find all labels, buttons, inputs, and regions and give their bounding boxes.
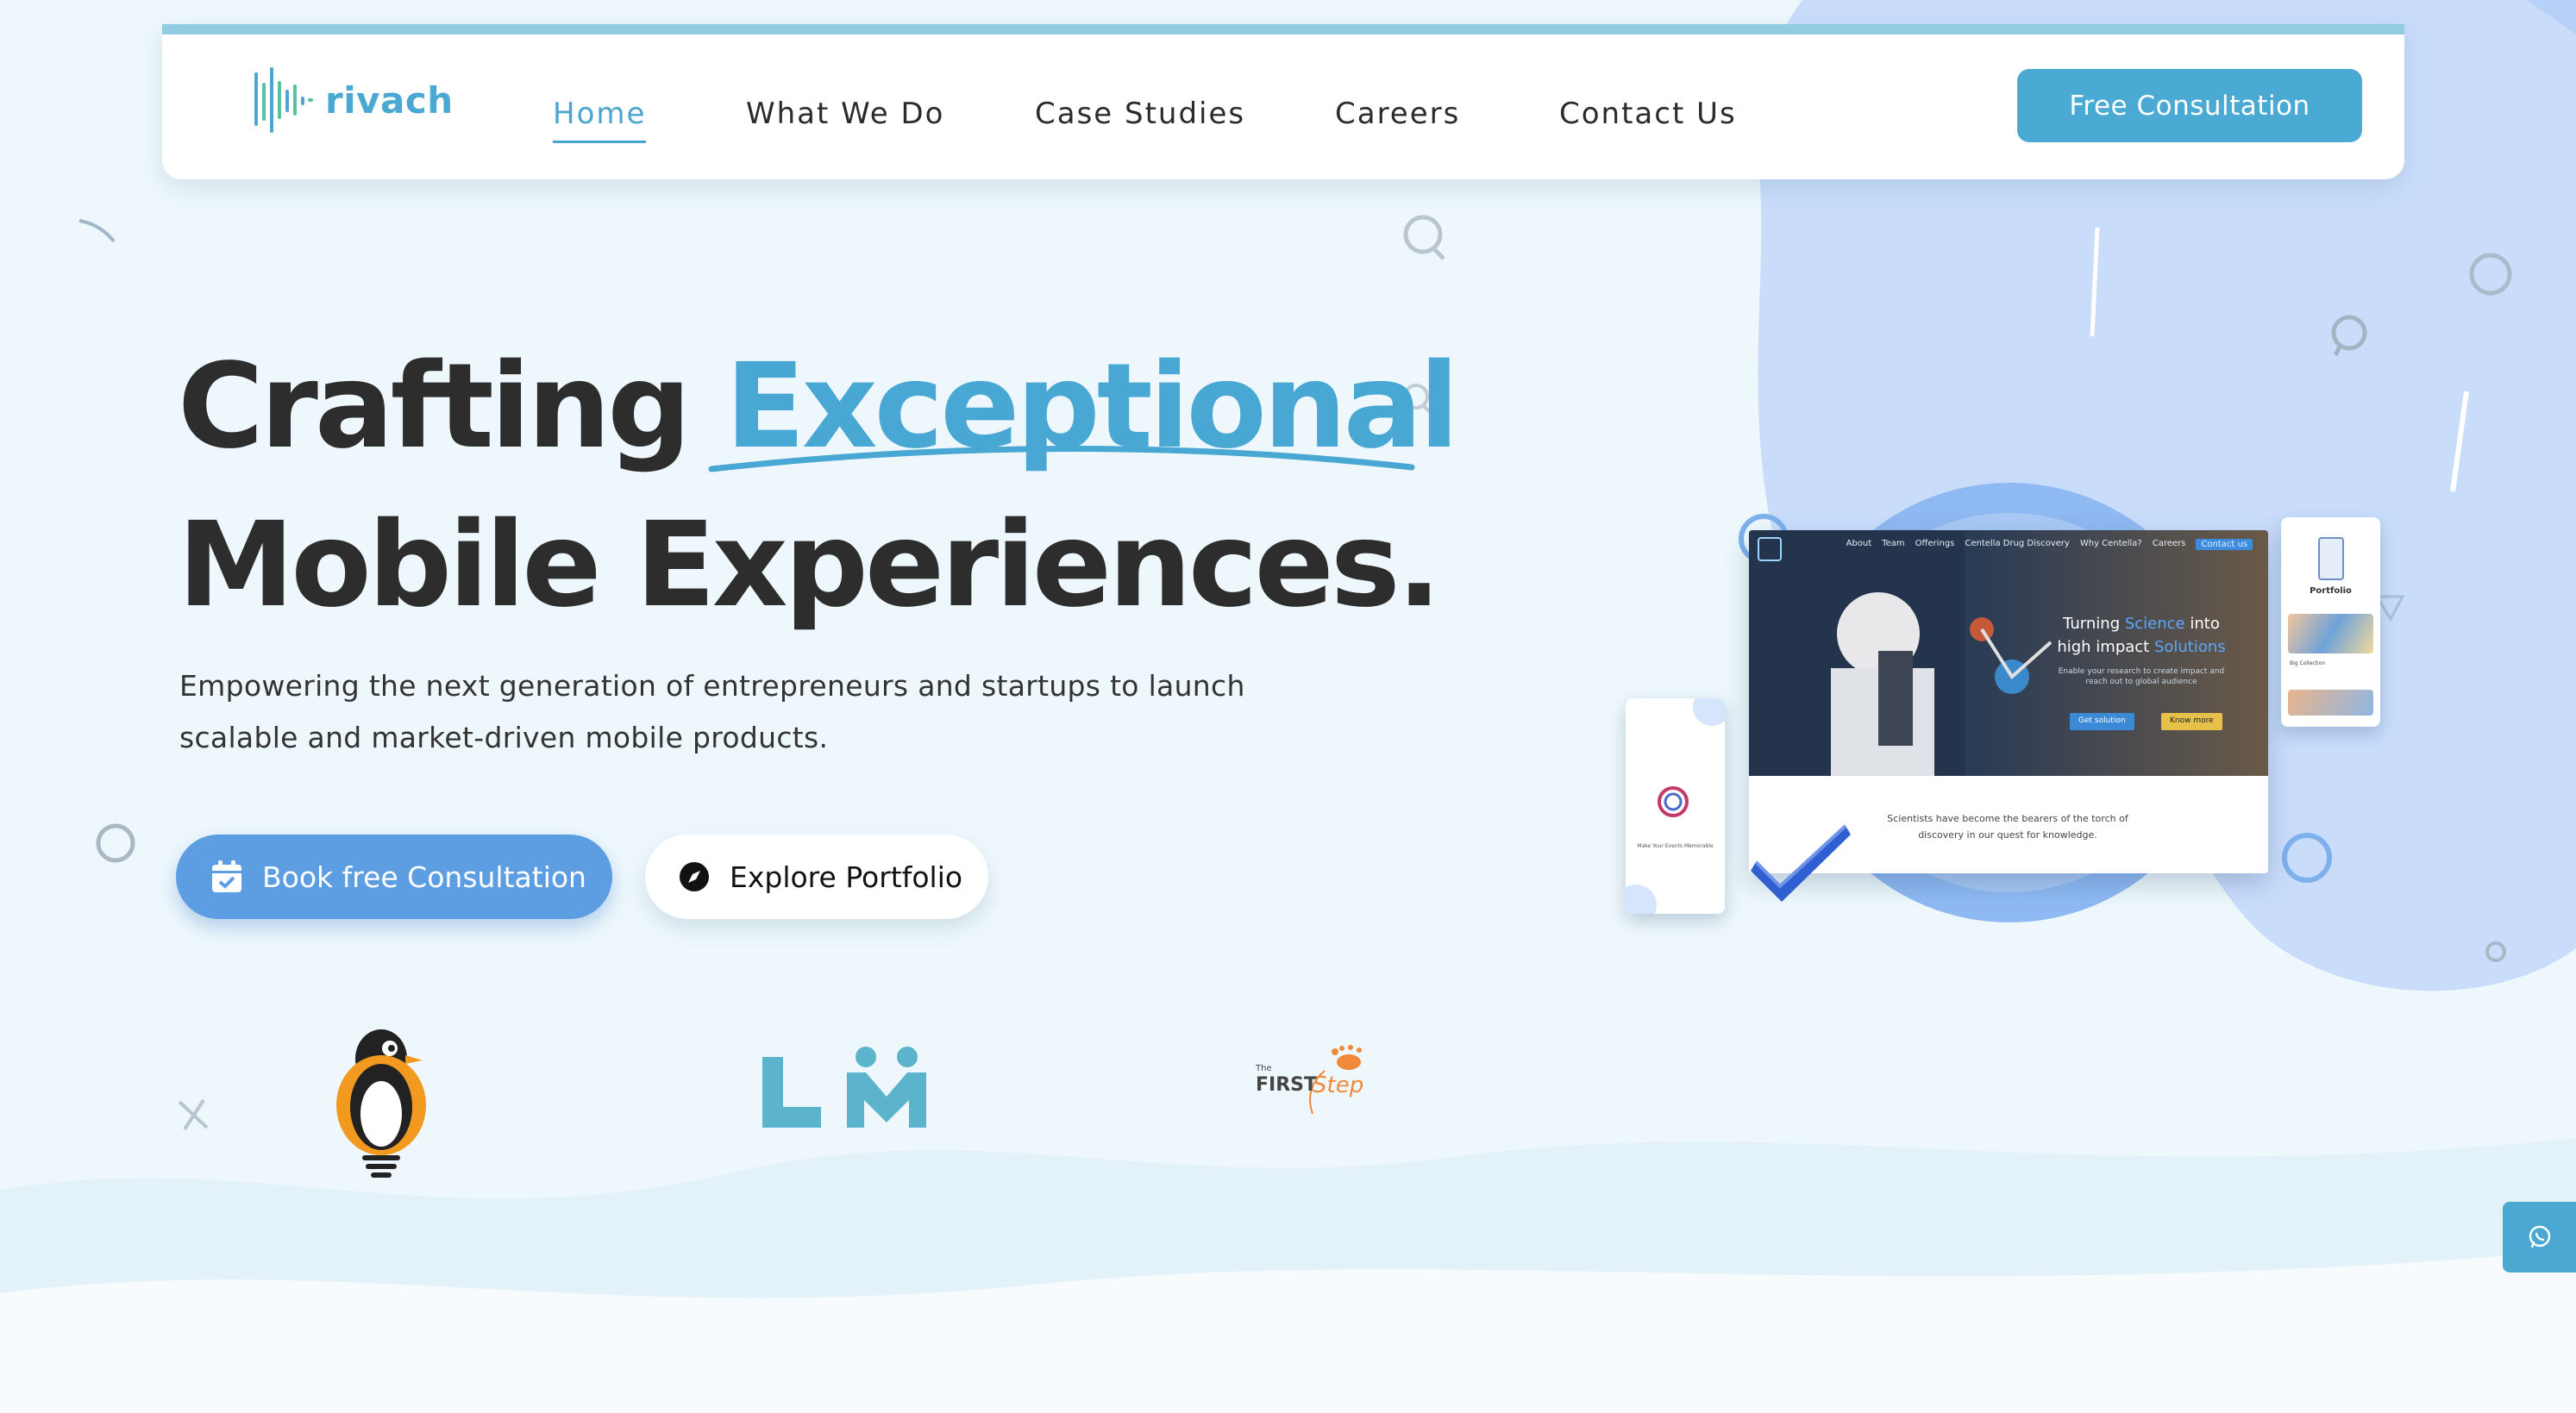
website-nav: About Team Offerings Centella Drug Disco…: [1749, 539, 2268, 550]
website-nav-item: Why Centella?: [2079, 539, 2142, 548]
phone-right-subtitle: Big Collection: [2290, 660, 2326, 666]
website-headline-colored: Science: [2124, 615, 2185, 633]
hero-subtitle-line1: Empowering the next generation of entrep…: [179, 669, 1245, 703]
website-quote: Scientists have become the bearers of th…: [1887, 813, 2128, 841]
website-nav-contact: Contact us: [2196, 539, 2253, 550]
event-app-screen: [1626, 698, 1725, 914]
nav-careers[interactable]: Careers: [1335, 97, 1460, 131]
hero-title-highlight: Exceptional: [708, 328, 1459, 486]
website-description: Enable your research to create impact an…: [2058, 667, 2225, 686]
hero-title-part2: Mobile Experiences.: [178, 497, 1441, 634]
calendar-check-icon: [212, 860, 241, 892]
hero-device-mockup: About Team Offerings Centella Drug Disco…: [1621, 483, 2380, 931]
phone-screenshot-left: Make Your Events Memorable: [1626, 698, 1725, 914]
book-consultation-label: Book free Consultation: [262, 860, 586, 894]
phone-right-title: Portfolio: [2310, 586, 2352, 596]
hero-title: Crafting Exceptional Mobile Experiences.: [178, 328, 1471, 645]
explore-portfolio-button[interactable]: Explore Portfolio: [645, 835, 988, 919]
website-get-solution-button: Get solution: [2070, 713, 2134, 730]
first-step-step-text: Step: [1313, 1072, 1364, 1098]
first-step-small-text: The: [1256, 1064, 1272, 1073]
website-nav-item: About: [1846, 539, 1872, 548]
ring-icon: [96, 823, 135, 863]
portfolio-illustration: [2318, 537, 2344, 580]
nav-what-we-do[interactable]: What We Do: [746, 97, 944, 131]
speech-bubble-icon: [1403, 215, 1445, 260]
website-nav-item: Centella Drug Discovery: [1965, 539, 2070, 548]
top-navbar: rivach Home What We Do Case Studies Care…: [162, 24, 2404, 179]
website-headline-text: Turning: [2063, 615, 2125, 633]
free-consultation-button[interactable]: Free Consultation: [2017, 69, 2362, 142]
website-headline: Turning Science into high impact Solutio…: [2034, 612, 2249, 659]
decoration-line-icon: [2450, 391, 2469, 492]
decoration-line-icon: [2090, 227, 2100, 337]
nav-case-studies[interactable]: Case Studies: [1035, 97, 1245, 131]
lm-client-logo: [762, 1047, 926, 1128]
phone-right-image: [2288, 690, 2373, 716]
hero-subtitle: Empowering the next generation of entrep…: [179, 660, 1369, 764]
website-nav-item: Offerings: [1915, 539, 1955, 548]
speech-bubble-icon: [2331, 315, 2367, 357]
ring-icon: [2469, 253, 2512, 296]
book-consultation-button[interactable]: Book free Consultation: [176, 835, 612, 919]
soundwave-logo-icon: [254, 67, 313, 133]
nav-contact-us[interactable]: Contact Us: [1559, 97, 1737, 131]
hero-subtitle-line2: scalable and market-driven mobile produc…: [179, 721, 829, 754]
ring-icon: [2485, 941, 2506, 962]
phone-left-caption: Make Your Events Memorable: [1637, 843, 1714, 849]
website-know-more-button: Know more: [2161, 713, 2222, 730]
phone-screenshot-right: Portfolio Big Collection: [2281, 517, 2380, 727]
decoration-arc-icon: [78, 219, 116, 243]
highlight-underline-icon: [708, 445, 1415, 472]
checkmark-icon: [1751, 824, 1851, 902]
first-step-client-logo: The FIRST Step: [1252, 1045, 1380, 1122]
brand-name: rivach: [325, 78, 454, 122]
website-nav-item: Team: [1882, 539, 1905, 548]
whatsapp-icon: [2529, 1225, 2550, 1248]
website-headline-text: into: [2184, 615, 2220, 633]
penguin-bulb-client-logo: [336, 1029, 426, 1178]
first-step-first-text: FIRST: [1256, 1074, 1318, 1096]
phone-right-image: [2288, 614, 2373, 653]
whatsapp-chat-button[interactable]: [2503, 1202, 2576, 1272]
cross-icon: [178, 1098, 209, 1131]
ring-icon: [2282, 833, 2332, 883]
compass-icon: [680, 862, 709, 891]
brand-logo[interactable]: rivach: [253, 64, 454, 136]
website-nav-item: Careers: [2152, 539, 2186, 548]
website-headline-text: high impact: [2057, 638, 2154, 656]
nav-home[interactable]: Home: [553, 97, 647, 143]
explore-portfolio-label: Explore Portfolio: [730, 860, 963, 894]
hero-title-part1: Crafting: [178, 339, 725, 475]
website-headline-colored: Solutions: [2153, 638, 2226, 656]
